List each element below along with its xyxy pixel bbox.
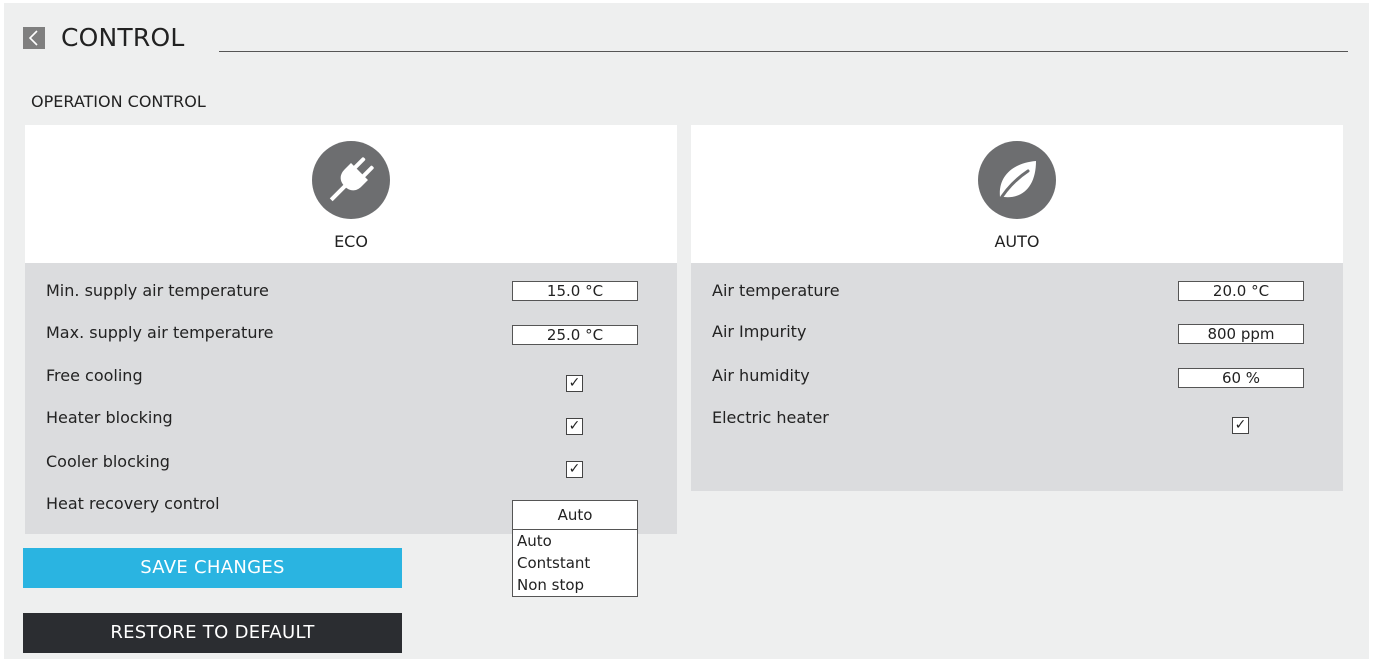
dropdown-option-non-stop[interactable]: Non stop	[513, 574, 637, 596]
control-page: CONTROL OPERATION CONTROL ECO Min. suppl…	[4, 3, 1369, 659]
checkmark-icon: ✓	[568, 418, 581, 434]
max-supply-temp-label: Max. supply air temperature	[46, 323, 274, 342]
title-divider	[219, 51, 1348, 52]
cooler-blocking-label: Cooler blocking	[46, 452, 170, 471]
air-humidity-input[interactable]: 60 %	[1178, 368, 1304, 388]
cooler-blocking-checkbox[interactable]: ✓	[566, 461, 583, 478]
free-cooling-checkbox[interactable]: ✓	[566, 375, 583, 392]
dropdown-option-auto[interactable]: Auto	[513, 530, 637, 552]
air-humidity-label: Air humidity	[712, 366, 810, 385]
save-changes-button[interactable]: SAVE CHANGES	[23, 548, 402, 588]
eco-panel: ECO Min. supply air temperature 15.0 °C …	[25, 125, 677, 534]
electric-heater-label: Electric heater	[712, 408, 829, 427]
checkmark-icon: ✓	[568, 461, 581, 477]
eco-settings: Min. supply air temperature 15.0 °C Max.…	[25, 263, 677, 534]
heat-recovery-dropdown[interactable]: Auto Auto Contstant Non stop	[512, 500, 638, 597]
checkmark-icon: ✓	[1234, 417, 1247, 433]
dropdown-option-constant[interactable]: Contstant	[513, 552, 637, 574]
auto-panel-header[interactable]: AUTO	[691, 125, 1343, 263]
max-supply-temp-input[interactable]: 25.0 °C	[512, 325, 638, 345]
heat-recovery-label: Heat recovery control	[46, 494, 220, 513]
leaf-icon	[978, 141, 1056, 219]
checkmark-icon: ✓	[568, 375, 581, 391]
page-header: CONTROL	[23, 23, 1348, 57]
air-temperature-label: Air temperature	[712, 281, 840, 300]
heater-blocking-checkbox[interactable]: ✓	[566, 418, 583, 435]
restore-default-button[interactable]: RESTORE TO DEFAULT	[23, 613, 402, 653]
min-supply-temp-input[interactable]: 15.0 °C	[512, 281, 638, 301]
air-temperature-input[interactable]: 20.0 °C	[1178, 281, 1304, 301]
air-impurity-label: Air Impurity	[712, 322, 807, 341]
heat-recovery-selected[interactable]: Auto	[513, 501, 637, 530]
back-button[interactable]	[23, 27, 45, 49]
section-title: OPERATION CONTROL	[31, 92, 206, 111]
auto-settings: Air temperature 20.0 °C Air Impurity 800…	[691, 263, 1343, 491]
chevron-left-icon	[28, 30, 38, 46]
auto-panel: AUTO Air temperature 20.0 °C Air Impurit…	[691, 125, 1343, 491]
eco-mode-label: ECO	[334, 232, 368, 251]
page-title: CONTROL	[61, 23, 185, 52]
free-cooling-label: Free cooling	[46, 366, 143, 385]
eco-panel-header[interactable]: ECO	[25, 125, 677, 263]
auto-mode-label: AUTO	[994, 232, 1040, 251]
air-impurity-input[interactable]: 800 ppm	[1178, 324, 1304, 344]
electric-heater-checkbox[interactable]: ✓	[1232, 417, 1249, 434]
min-supply-temp-label: Min. supply air temperature	[46, 281, 269, 300]
heater-blocking-label: Heater blocking	[46, 408, 173, 427]
plug-icon	[312, 141, 390, 219]
